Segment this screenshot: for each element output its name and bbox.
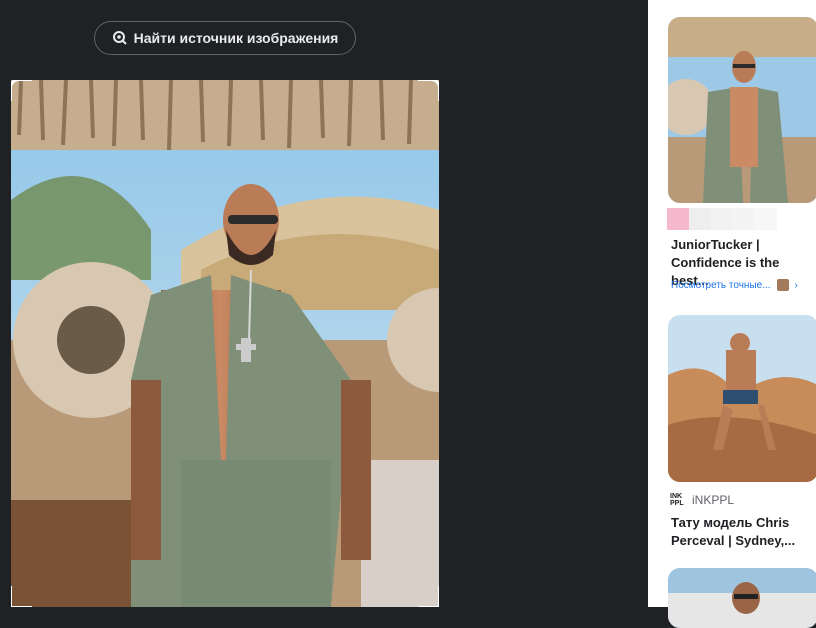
crop-handle-top-right[interactable] xyxy=(418,80,439,101)
result-source[interactable]: INK PPL iNKPPL xyxy=(670,493,734,507)
photo-illustration xyxy=(11,80,439,607)
result-thumbnail[interactable] xyxy=(668,17,816,203)
swatch xyxy=(755,208,777,230)
swatch xyxy=(689,208,711,230)
result-thumbnail-image xyxy=(668,315,816,482)
find-image-source-button[interactable]: Найти источник изображения xyxy=(94,21,356,55)
color-swatches xyxy=(667,208,777,230)
result-thumbnail[interactable] xyxy=(668,315,816,482)
result-thumbnail-image xyxy=(668,17,816,203)
selected-photo[interactable] xyxy=(11,80,439,607)
crop-handle-bottom-left[interactable] xyxy=(11,586,32,607)
result-thumbnail[interactable] xyxy=(668,568,816,628)
results-panel: JuniorTucker | Confidence is the best...… xyxy=(648,0,816,628)
result-title[interactable]: Тату модель Chris Perceval | Sydney,... xyxy=(671,514,816,550)
see-exact-matches-link[interactable]: Посмотреть точные... › xyxy=(671,279,798,291)
result-source-name: iNKPPL xyxy=(692,493,735,507)
result-thumbnail-image xyxy=(668,568,816,628)
find-image-source-label: Найти источник изображения xyxy=(133,30,339,46)
swatch xyxy=(733,208,755,230)
chevron-right-icon: › xyxy=(794,279,798,291)
inkppl-logo-icon: INK PPL xyxy=(670,493,684,507)
see-exact-matches-label: Посмотреть точные... xyxy=(671,279,771,291)
crop-handle-top-left[interactable] xyxy=(11,80,32,101)
swatch xyxy=(667,208,689,230)
image-preview-pane: Найти источник изображения xyxy=(0,0,648,607)
lens-icon xyxy=(112,30,128,46)
crop-handle-bottom-right[interactable] xyxy=(418,586,439,607)
swatch xyxy=(711,208,733,230)
mini-thumbnail-icon xyxy=(776,279,789,291)
